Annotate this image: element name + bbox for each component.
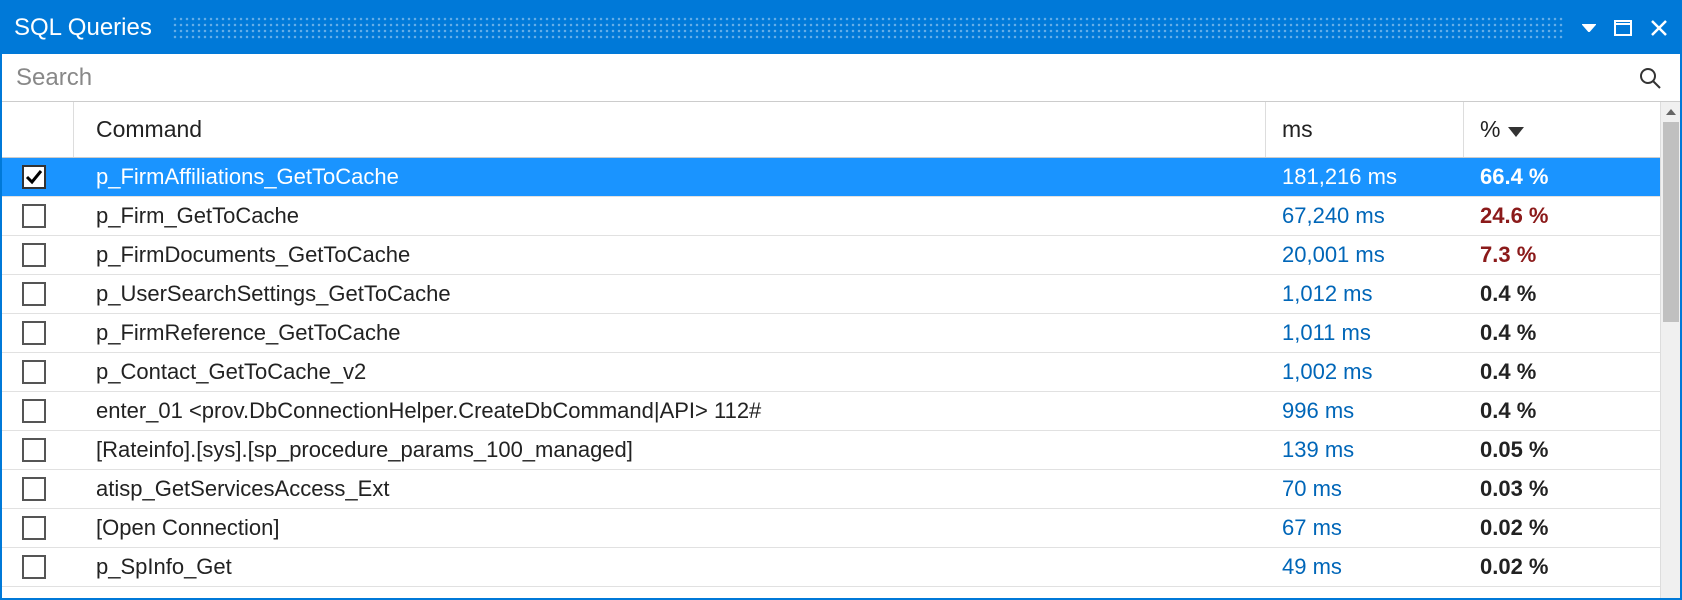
window-controls <box>1572 19 1668 37</box>
row-command: p_FirmAffiliations_GetToCache <box>74 158 1266 196</box>
row-checkbox-cell <box>2 275 74 313</box>
row-command: p_FirmDocuments_GetToCache <box>74 236 1266 274</box>
row-percent: 0.4 % <box>1464 353 1660 391</box>
search-button[interactable] <box>1634 66 1666 90</box>
row-ms: 67,240 ms <box>1266 197 1464 235</box>
row-ms: 70 ms <box>1266 470 1464 508</box>
row-checkbox-cell <box>2 509 74 547</box>
maximize-icon <box>1614 20 1632 36</box>
header-command-label: Command <box>96 116 202 143</box>
row-command: enter_01 <prov.DbConnectionHelper.Create… <box>74 392 1266 430</box>
row-ms: 67 ms <box>1266 509 1464 547</box>
row-ms: 1,012 ms <box>1266 275 1464 313</box>
row-checkbox-cell <box>2 548 74 586</box>
row-ms: 49 ms <box>1266 548 1464 586</box>
row-percent: 0.03 % <box>1464 470 1660 508</box>
header-ms[interactable]: ms <box>1266 102 1464 157</box>
table-row[interactable]: p_Contact_GetToCache_v21,002 ms0.4 % <box>2 353 1660 392</box>
header-percent[interactable]: % <box>1464 102 1660 157</box>
row-percent: 0.4 % <box>1464 275 1660 313</box>
row-ms: 1,011 ms <box>1266 314 1464 352</box>
dropdown-button[interactable] <box>1582 24 1596 32</box>
row-percent: 24.6 % <box>1464 197 1660 235</box>
chevron-down-icon <box>1582 24 1596 32</box>
row-command: atisp_GetServicesAccess_Ext <box>74 470 1266 508</box>
row-checkbox-cell <box>2 431 74 469</box>
table-row[interactable]: p_FirmAffiliations_GetToCache181,216 ms6… <box>2 158 1660 197</box>
row-command: p_Contact_GetToCache_v2 <box>74 353 1266 391</box>
row-percent: 0.02 % <box>1464 509 1660 547</box>
row-checkbox-cell <box>2 158 74 196</box>
row-checkbox[interactable] <box>22 165 46 189</box>
scroll-thumb[interactable] <box>1663 122 1679 322</box>
row-checkbox-cell <box>2 353 74 391</box>
table-row[interactable]: p_FirmReference_GetToCache1,011 ms0.4 % <box>2 314 1660 353</box>
row-checkbox[interactable] <box>22 243 46 267</box>
row-command: p_UserSearchSettings_GetToCache <box>74 275 1266 313</box>
row-checkbox-cell <box>2 236 74 274</box>
row-ms: 996 ms <box>1266 392 1464 430</box>
row-ms: 139 ms <box>1266 431 1464 469</box>
table-body: p_FirmAffiliations_GetToCache181,216 ms6… <box>2 158 1660 587</box>
row-command: p_FirmReference_GetToCache <box>74 314 1266 352</box>
search-icon <box>1638 66 1662 90</box>
row-command: [Rateinfo].[sys].[sp_procedure_params_10… <box>74 431 1266 469</box>
row-checkbox[interactable] <box>22 204 46 228</box>
table-container: Command ms % p_FirmAffiliations_GetToCac… <box>2 102 1680 598</box>
search-bar <box>2 54 1680 102</box>
row-checkbox-cell <box>2 197 74 235</box>
row-command: p_Firm_GetToCache <box>74 197 1266 235</box>
header-ms-label: ms <box>1282 116 1313 143</box>
search-input[interactable] <box>16 64 1634 92</box>
row-checkbox-cell <box>2 314 74 352</box>
row-checkbox[interactable] <box>22 438 46 462</box>
table-row[interactable]: p_Firm_GetToCache67,240 ms24.6 % <box>2 197 1660 236</box>
row-checkbox-cell <box>2 392 74 430</box>
row-percent: 66.4 % <box>1464 158 1660 196</box>
row-command: p_SpInfo_Get <box>74 548 1266 586</box>
row-checkbox[interactable] <box>22 360 46 384</box>
table-row[interactable]: p_SpInfo_Get49 ms0.02 % <box>2 548 1660 587</box>
table-header: Command ms % <box>2 102 1660 158</box>
table-row[interactable]: [Open Connection]67 ms0.02 % <box>2 509 1660 548</box>
close-icon <box>1650 19 1668 37</box>
header-percent-label: % <box>1480 116 1500 143</box>
titlebar-grip[interactable] <box>172 16 1564 40</box>
table-row[interactable]: atisp_GetServicesAccess_Ext70 ms0.03 % <box>2 470 1660 509</box>
row-percent: 0.02 % <box>1464 548 1660 586</box>
row-percent: 0.4 % <box>1464 314 1660 352</box>
row-checkbox[interactable] <box>22 555 46 579</box>
table-row[interactable]: [Rateinfo].[sys].[sp_procedure_params_10… <box>2 431 1660 470</box>
row-percent: 0.4 % <box>1464 392 1660 430</box>
row-checkbox[interactable] <box>22 477 46 501</box>
maximize-button[interactable] <box>1614 20 1632 36</box>
sort-desc-icon <box>1508 116 1524 143</box>
row-percent: 7.3 % <box>1464 236 1660 274</box>
vertical-scrollbar[interactable] <box>1660 102 1680 598</box>
table-row[interactable]: enter_01 <prov.DbConnectionHelper.Create… <box>2 392 1660 431</box>
scroll-up-arrow[interactable] <box>1661 102 1680 122</box>
row-command: [Open Connection] <box>74 509 1266 547</box>
row-checkbox-cell <box>2 470 74 508</box>
header-command[interactable]: Command <box>74 102 1266 157</box>
close-button[interactable] <box>1650 19 1668 37</box>
table-row[interactable]: p_UserSearchSettings_GetToCache1,012 ms0… <box>2 275 1660 314</box>
row-checkbox[interactable] <box>22 516 46 540</box>
queries-table: Command ms % p_FirmAffiliations_GetToCac… <box>2 102 1660 598</box>
row-percent: 0.05 % <box>1464 431 1660 469</box>
header-checkbox-column[interactable] <box>2 102 74 157</box>
row-checkbox[interactable] <box>22 321 46 345</box>
row-checkbox[interactable] <box>22 282 46 306</box>
window-title: SQL Queries <box>14 14 164 42</box>
checkmark-icon <box>25 168 43 186</box>
row-ms: 1,002 ms <box>1266 353 1464 391</box>
table-row[interactable]: p_FirmDocuments_GetToCache20,001 ms7.3 % <box>2 236 1660 275</box>
row-ms: 20,001 ms <box>1266 236 1464 274</box>
titlebar: SQL Queries <box>2 2 1680 54</box>
row-checkbox[interactable] <box>22 399 46 423</box>
row-ms: 181,216 ms <box>1266 158 1464 196</box>
